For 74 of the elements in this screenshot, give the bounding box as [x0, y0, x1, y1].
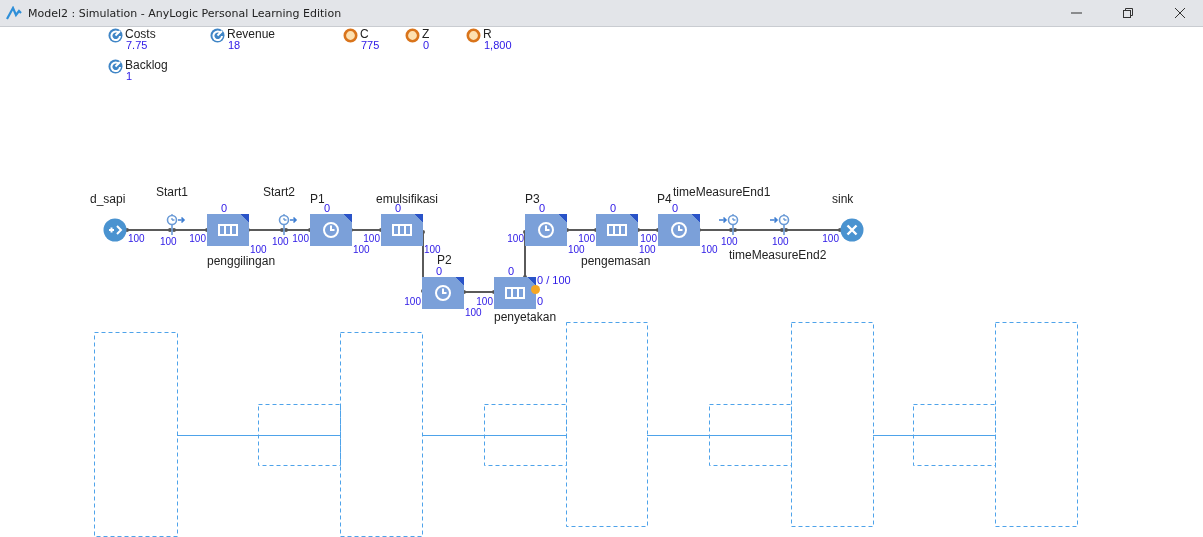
- block-label: P4: [657, 193, 672, 206]
- port-count: 100: [772, 235, 789, 248]
- count-label: 0: [610, 202, 617, 215]
- ring-icon: [466, 28, 481, 43]
- block-label: P1: [310, 193, 325, 206]
- count-label: 0: [436, 265, 443, 278]
- gauge-icon: [108, 59, 123, 74]
- port-count: 0: [537, 295, 544, 308]
- queue-icon: [607, 222, 627, 238]
- variable-value: 1,800: [484, 39, 512, 52]
- queue-icon: [218, 222, 238, 238]
- count-label: 0: [539, 202, 546, 215]
- gauge-icon: [210, 28, 225, 43]
- block-label: penggilingan: [207, 255, 276, 268]
- port-count: 100: [404, 295, 421, 308]
- count-label: 0: [324, 202, 331, 215]
- variable-name: Revenue: [227, 28, 276, 41]
- port-count: 100: [272, 235, 289, 248]
- variable-value: 1: [126, 70, 133, 83]
- block-label: P3: [525, 193, 540, 206]
- count-label: 0: [221, 202, 228, 215]
- block-label: pengemasan: [581, 255, 651, 268]
- variable-name: Backlog: [125, 59, 168, 72]
- variable-name: R: [483, 28, 492, 41]
- minimize-icon[interactable]: [1070, 12, 1082, 14]
- port-count: 100: [160, 235, 177, 248]
- restore-icon[interactable]: [1123, 8, 1133, 18]
- port-count: 100: [721, 235, 738, 248]
- clock-icon: [670, 221, 688, 239]
- port-count: 100: [507, 232, 524, 245]
- port-count: 100: [568, 243, 585, 256]
- port-count: 100: [465, 306, 482, 319]
- ring-icon: [405, 28, 420, 43]
- variable-name: Z: [422, 28, 430, 41]
- port-count: 100: [578, 232, 595, 245]
- queue-icon: [392, 222, 412, 238]
- ring-icon: [343, 28, 358, 43]
- block-label: Start1: [156, 186, 188, 199]
- app-logo-icon: [6, 6, 22, 20]
- port-count: 100: [292, 232, 309, 245]
- port-count: 100: [363, 232, 380, 245]
- window-title: Model2 : Simulation - AnyLogic Personal Learning Edition: [28, 6, 343, 20]
- block-label: timeMeasureEnd1: [673, 186, 771, 199]
- port-count: 100: [353, 243, 370, 256]
- count-label: 0: [672, 202, 679, 215]
- block-label: sink: [832, 193, 854, 206]
- variable-name: Costs: [125, 28, 156, 41]
- variable-value: 775: [361, 39, 380, 52]
- variable-value: 7.75: [126, 39, 148, 52]
- port-count: 100: [640, 232, 657, 245]
- variable-value: 18: [228, 39, 241, 52]
- block-label: d_sapi: [90, 193, 126, 206]
- block-label: P2: [437, 254, 452, 267]
- port-count: 100: [822, 232, 839, 245]
- block-label: timeMeasureEnd2: [729, 249, 827, 262]
- clock-icon: [537, 221, 555, 239]
- capacity-label: 0 / 100: [537, 274, 571, 287]
- port-count: 100: [701, 243, 718, 256]
- queue-icon: [505, 285, 525, 301]
- close-icon[interactable]: [1175, 8, 1185, 18]
- count-label: 0: [508, 265, 515, 278]
- clock-icon: [322, 221, 340, 239]
- gauge-icon: [108, 28, 123, 43]
- port-count: 100: [128, 232, 145, 245]
- port-count: 100: [476, 295, 493, 308]
- variable-name: C: [360, 28, 369, 41]
- port-count: 100: [424, 243, 441, 255]
- clock-icon: [434, 284, 452, 302]
- port-count: 100: [639, 243, 656, 256]
- variable-value: 0: [423, 39, 430, 52]
- port-count: 100: [250, 243, 267, 256]
- port-count: 100: [189, 232, 206, 245]
- block-label: penyetakan: [494, 311, 557, 324]
- block-label: Start2: [263, 186, 295, 199]
